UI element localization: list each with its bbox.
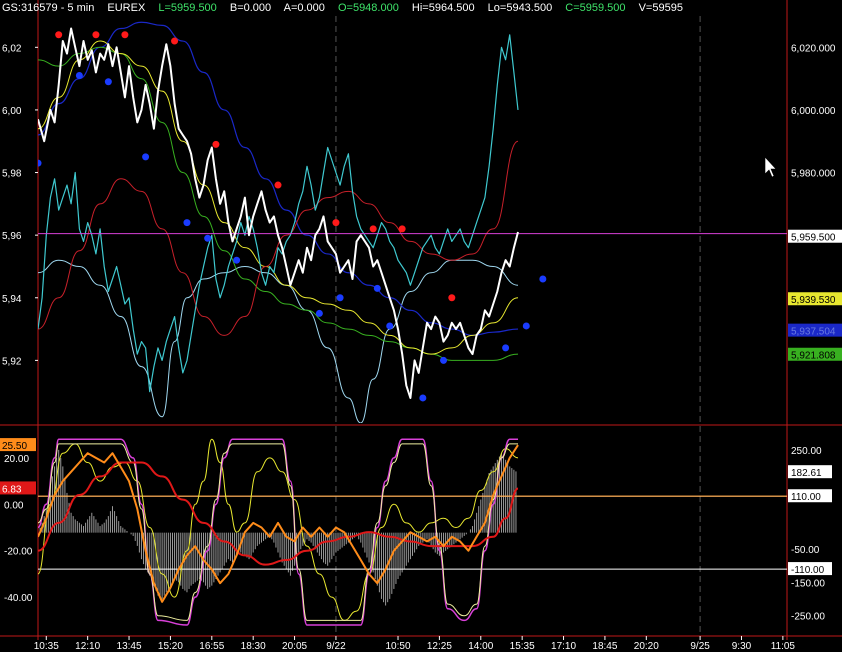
osc-left-tick: -20.00 [4, 547, 33, 558]
osc-right-tag-label: 182.61 [791, 468, 822, 479]
osc-left-tick: -40.00 [4, 593, 33, 604]
time-tick-label: 10:50 [386, 641, 411, 652]
low-price: Lo=5943.500 [487, 2, 553, 14]
osc-left-tick: 0.00 [4, 500, 24, 511]
blue-dot [75, 71, 83, 79]
osc-right-tick: 250.00 [791, 446, 822, 457]
time-tick-label: 20:20 [634, 641, 659, 652]
open-price: O=5948.000 [337, 2, 399, 14]
price-left-tick: 5,94 [2, 294, 22, 305]
price-right-tick: 6,020.000 [791, 43, 836, 54]
chart-canvas[interactable]: 6,02 6,00 5,98 5,96 5,94 5,92 6,020.000 6,000.0… [0, 0, 842, 652]
red-dot [171, 37, 179, 45]
osc-right-tick: -250.00 [791, 611, 825, 622]
blue-dot [336, 294, 344, 302]
price-tag-label: 5,921.808 [791, 351, 836, 362]
time-tick-label: 13:45 [117, 641, 142, 652]
osc-left-tag-label: 6.83 [2, 484, 22, 495]
high-price: Hi=5964.500 [411, 2, 475, 14]
blue-dot [522, 322, 530, 330]
osc-right-tick: -150.00 [791, 578, 825, 589]
time-tick-label: 9:30 [732, 641, 752, 652]
red-dot [212, 140, 220, 148]
price-plot [38, 21, 787, 423]
blue-dot [104, 78, 112, 86]
time-tick-label: 9/22 [326, 641, 346, 652]
red-dot [274, 181, 282, 189]
blue-dot [373, 284, 381, 292]
osc-left-tag-label: 25.50 [2, 441, 27, 452]
volume-label: V=59595 [638, 2, 683, 14]
blue-dot [204, 234, 212, 242]
time-tick-label: 20:05 [282, 641, 307, 652]
time-tick-label: 12:10 [75, 641, 100, 652]
time-tick-label: 9/25 [690, 641, 710, 652]
osc-right-tag-label: 110.00 [791, 492, 821, 503]
series-yellow-average [38, 40, 519, 355]
red-dot [55, 31, 63, 39]
blue-dot [386, 322, 394, 330]
blue-dot [539, 275, 547, 283]
red-dot [92, 31, 100, 39]
price-tag-label: 5,937.504 [791, 327, 836, 338]
red-dot [121, 31, 129, 39]
cursor-arrow-icon [764, 156, 777, 178]
osc-right-tick: -50.00 [791, 545, 820, 556]
time-tick-label: 18:45 [592, 641, 617, 652]
time-tick-label: 15:35 [510, 641, 535, 652]
price-right-tick: 5,980.000 [791, 169, 836, 180]
close-price: C=5959.500 [565, 2, 626, 14]
price-tag-label: 5,939.530 [791, 295, 836, 306]
time-tick-label: 17:10 [551, 641, 576, 652]
ask-price: A=0.000 [283, 2, 325, 14]
blue-dot [183, 219, 191, 227]
series-blue-average [38, 21, 519, 336]
price-right-tick: 6,000.000 [791, 106, 836, 117]
price-tag-label: 5,959.500 [791, 233, 836, 244]
exchange-label: EUREX [107, 2, 146, 14]
red-dot [448, 294, 456, 302]
osc-plot [38, 438, 787, 626]
time-tick-label: 18:30 [241, 641, 266, 652]
osc-left-tick: 20.00 [4, 454, 29, 465]
blue-dot [502, 344, 510, 352]
price-left-tick: 5,96 [2, 231, 22, 242]
blue-dot [440, 356, 448, 364]
last-price: L=5959.500 [158, 2, 217, 14]
time-tick-label: 14:00 [468, 641, 493, 652]
blue-dot [419, 394, 427, 402]
osc-right-tag-label: -110.00 [791, 565, 825, 576]
time-tick-label: 11:05 [771, 641, 796, 652]
time-tick-label: 16:55 [199, 641, 224, 652]
series-green-average [38, 46, 519, 361]
red-dot [398, 225, 406, 233]
bid-price: B=0.000 [229, 2, 272, 14]
time-tick-label: 12:25 [427, 641, 452, 652]
red-dot [332, 219, 340, 227]
blue-dot [38, 159, 42, 167]
price-left-tick: 5,98 [2, 169, 22, 180]
blue-dot [315, 309, 323, 317]
price-left-tick: 6,00 [2, 106, 22, 117]
quote-header: GS:316579 - 5 min EUREX L=5959.500 B=0.0… [2, 2, 693, 14]
time-tick-label: 10:35 [34, 641, 59, 652]
price-left-tick: 6,02 [2, 43, 22, 54]
time-tick-label: 15:20 [158, 641, 183, 652]
blue-dot [142, 153, 150, 161]
price-left-tick: 5,92 [2, 356, 22, 367]
red-dot [369, 225, 377, 233]
symbol-label: GS:316579 - 5 min [2, 2, 95, 14]
blue-dot [233, 256, 241, 264]
